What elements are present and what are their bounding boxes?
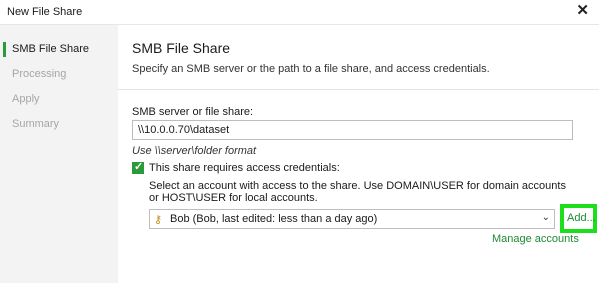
step-apply: Apply [12,93,40,105]
key-icon: ⚷ [154,214,163,226]
wizard-content: SMB File Share Specify an SMB server or … [118,24,599,283]
account-dropdown[interactable]: ⚷ Bob (Bob, last edited: less than a day… [149,209,555,229]
active-step-indicator [3,42,6,57]
manage-accounts-link[interactable]: Manage accounts [492,233,579,245]
smb-share-label: SMB server or file share: [132,106,254,118]
credentials-checkbox[interactable]: ✓ [132,161,144,174]
step-smb-file-share[interactable]: SMB File Share [12,43,89,55]
format-hint: Use \\server\folder format [132,145,257,157]
account-selected-value: Bob (Bob, last edited: less than a day a… [170,213,378,225]
page-title: SMB File Share [132,40,231,56]
title-bar: New File Share ✕ [0,0,599,24]
smb-share-input[interactable]: \\10.0.0.70\dataset [132,120,573,140]
step-summary: Summary [12,118,60,130]
credentials-checkbox-label[interactable]: This share requires access credentials: [149,162,340,174]
wizard-steps-sidebar: SMB File Share Processing Apply Summary [0,24,118,283]
chevron-down-icon[interactable]: ⌄ [542,212,550,223]
account-description: Select an account with access to the sha… [149,180,566,204]
window-title: New File Share [7,6,83,18]
page-description: Specify an SMB server or the path to a f… [132,63,490,75]
header-divider [118,89,599,90]
step-processing: Processing [12,68,67,80]
checkmark-icon: ✓ [134,161,144,173]
close-icon[interactable]: ✕ [576,2,589,20]
add-account-link[interactable]: Add... [567,212,596,224]
